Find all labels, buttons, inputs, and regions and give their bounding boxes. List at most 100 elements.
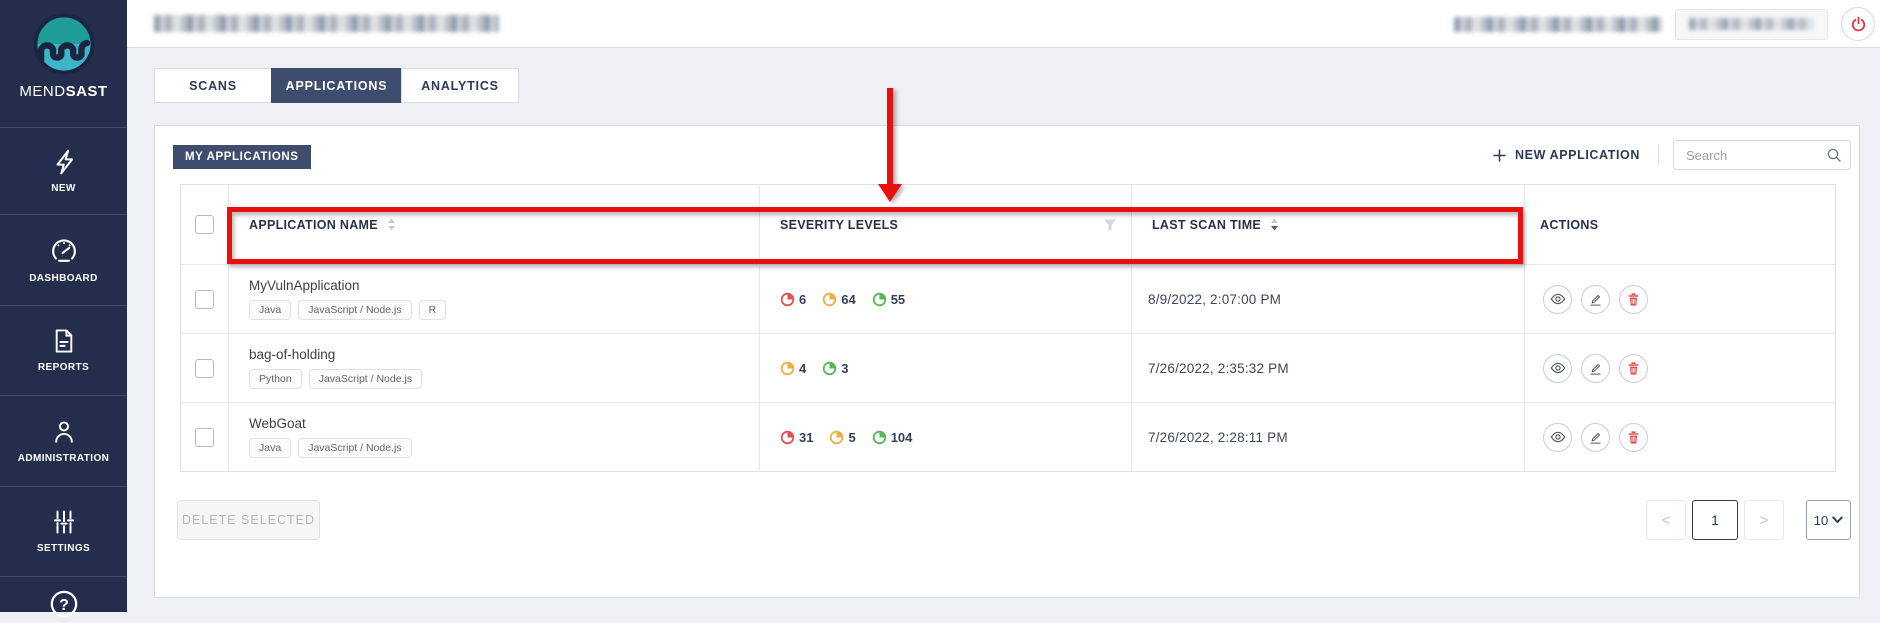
column-label: ACTIONS (1540, 218, 1598, 232)
severity-low: 3 (822, 361, 848, 376)
sort-icon (387, 218, 396, 231)
sort-icon-desc (1270, 218, 1279, 231)
row-checkbox[interactable] (195, 290, 214, 309)
severity-medium: 64 (822, 292, 855, 307)
severity-low: 55 (872, 292, 905, 307)
language-tags: Python JavaScript / Node.js (249, 369, 422, 389)
logout-button[interactable] (1841, 7, 1875, 41)
delete-button[interactable] (1619, 354, 1648, 383)
row-cell-last-scan: 8/9/2022, 2:07:00 PM (1132, 265, 1525, 333)
delete-button[interactable] (1619, 285, 1648, 314)
pagination-next-button[interactable]: > (1744, 500, 1784, 540)
new-application-button[interactable]: NEW APPLICATION (1489, 142, 1644, 168)
tab-scans[interactable]: SCANS (154, 68, 272, 103)
sidebar-item-administration[interactable]: ADMINISTRATION (0, 395, 127, 486)
redacted-account-button[interactable] (1675, 9, 1828, 40)
row-cell-last-scan: 7/26/2022, 2:35:32 PM (1132, 334, 1525, 402)
severity-high-pie-icon (780, 292, 795, 307)
view-button[interactable] (1543, 354, 1572, 383)
severity-low-pie-icon (872, 430, 887, 445)
sidebar-item-new[interactable]: NEW (0, 127, 127, 214)
column-label: APPLICATION NAME (249, 218, 378, 232)
applications-card: MY APPLICATIONS NEW APPLICATION (154, 125, 1860, 598)
sidebar-item-label: DASHBOARD (29, 273, 98, 284)
applications-table: APPLICATION NAME SEVERITY LEVELS LAST SC… (180, 184, 1836, 472)
row-checkbox[interactable] (195, 428, 214, 447)
header-cell-severity-levels[interactable]: SEVERITY LEVELS (760, 185, 1132, 264)
sidebar-item-label: SETTINGS (37, 543, 90, 554)
language-tag: JavaScript / Node.js (309, 369, 422, 389)
trash-icon (1626, 292, 1641, 307)
search (1673, 140, 1851, 170)
pagination-current-page[interactable]: 1 (1692, 500, 1738, 540)
main-tabs: SCANS APPLICATIONS ANALYTICS (154, 68, 519, 103)
sidebar: MENDSAST NEW DASHBOARD REPORTS (0, 0, 127, 612)
severity-medium-pie-icon (829, 430, 844, 445)
svg-text:?: ? (59, 597, 69, 614)
document-icon (51, 328, 77, 354)
severity-low: 104 (872, 430, 913, 445)
language-tag: JavaScript / Node.js (298, 438, 411, 458)
application-name: MyVulnApplication (249, 278, 360, 293)
sidebar-item-reports[interactable]: REPORTS (0, 305, 127, 395)
sliders-icon (51, 509, 77, 535)
application-name: bag-of-holding (249, 347, 335, 362)
language-tag: JavaScript / Node.js (298, 300, 411, 320)
sidebar-item-settings[interactable]: SETTINGS (0, 486, 127, 576)
pagination-prev-button[interactable]: < (1646, 500, 1686, 540)
logo: MENDSAST (0, 11, 127, 127)
view-button[interactable] (1543, 285, 1572, 314)
sidebar-item-help[interactable]: ? (0, 576, 127, 623)
severity-high-pie-icon (780, 430, 795, 445)
redacted-user-info (1454, 17, 1662, 32)
sidebar-item-dashboard[interactable]: DASHBOARD (0, 214, 127, 305)
redacted-page-title (154, 15, 499, 32)
header-cell-application-name[interactable]: APPLICATION NAME (229, 185, 760, 264)
eye-icon (1550, 360, 1566, 376)
sidebar-item-label: NEW (51, 183, 76, 194)
logo-text: MENDSAST (0, 83, 127, 100)
mendsast-app: MENDSAST NEW DASHBOARD REPORTS (0, 0, 1880, 612)
pencil-icon (1588, 292, 1603, 307)
table-row: bag-of-holding Python JavaScript / Node.… (181, 333, 1835, 402)
row-cell-severity: 4 3 (760, 334, 1132, 402)
row-cell-severity: 31 5 104 (760, 403, 1132, 471)
sidebar-item-label: REPORTS (38, 362, 89, 373)
edit-button[interactable] (1581, 285, 1610, 314)
table-row: WebGoat Java JavaScript / Node.js 31 (181, 402, 1835, 471)
pagination: < 1 > 10 (1646, 500, 1851, 540)
edit-button[interactable] (1581, 423, 1610, 452)
view-button[interactable] (1543, 423, 1572, 452)
select-all-checkbox[interactable] (195, 215, 214, 234)
page-size-value: 10 (1814, 513, 1828, 528)
power-icon (1850, 16, 1867, 33)
eye-icon (1550, 429, 1566, 445)
plus-icon (1493, 149, 1506, 162)
top-bar (127, 0, 1880, 48)
row-cell-last-scan: 7/26/2022, 2:28:11 PM (1132, 403, 1525, 471)
lightning-icon (51, 149, 77, 175)
delete-button[interactable] (1619, 423, 1648, 452)
tab-analytics[interactable]: ANALYTICS (401, 68, 519, 103)
card-toolbar: NEW APPLICATION (1489, 140, 1851, 170)
filter-funnel-icon[interactable] (1103, 218, 1117, 232)
header-cell-last-scan-time[interactable]: LAST SCAN TIME (1132, 185, 1525, 264)
table-row: MyVulnApplication Java JavaScript / Node… (181, 264, 1835, 333)
search-icon (1826, 147, 1842, 163)
tab-applications[interactable]: APPLICATIONS (271, 68, 402, 103)
chevron-down-icon (1832, 516, 1843, 524)
severity-low-pie-icon (872, 292, 887, 307)
pencil-icon (1588, 430, 1603, 445)
delete-selected-button[interactable]: DELETE SELECTED (177, 500, 320, 540)
row-cell-checkbox (181, 265, 229, 333)
mend-logo-icon (31, 11, 97, 77)
language-tag: Python (249, 369, 302, 389)
redacted-account-text (1689, 18, 1814, 30)
page-size-select[interactable]: 10 (1806, 500, 1851, 540)
severity-medium: 5 (829, 430, 855, 445)
edit-button[interactable] (1581, 354, 1610, 383)
search-input[interactable] (1673, 140, 1851, 170)
row-checkbox[interactable] (195, 359, 214, 378)
eye-icon (1550, 291, 1566, 307)
language-tag: Java (249, 300, 291, 320)
